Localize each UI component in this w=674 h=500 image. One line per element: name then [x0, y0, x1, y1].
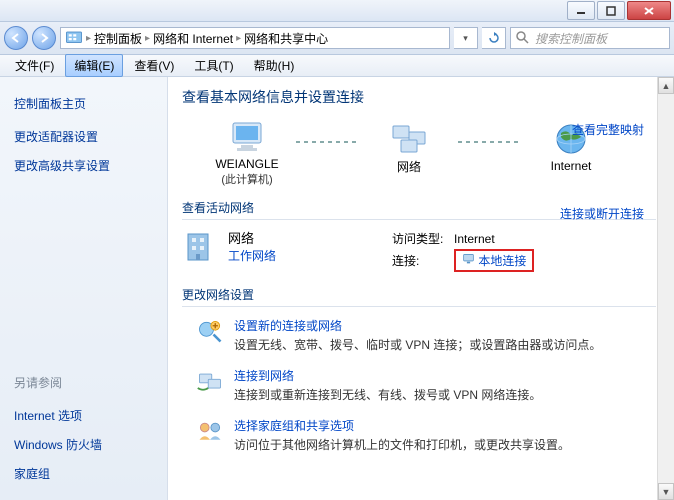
search-placeholder: 搜索控制面板 [535, 30, 607, 47]
connect-network-icon [196, 367, 224, 395]
back-button[interactable] [4, 26, 28, 50]
computer-icon [227, 119, 267, 155]
sidebar-internet-options[interactable]: Internet 选项 [14, 407, 155, 424]
search-input[interactable]: 搜索控制面板 [510, 27, 670, 49]
setup-new-connection-link[interactable]: 设置新的连接或网络 [234, 317, 601, 334]
page-title: 查看基本网络信息并设置连接 [182, 87, 656, 107]
sidebar-advanced-sharing[interactable]: 更改高级共享设置 [14, 157, 155, 174]
view-full-map-link[interactable]: 查看完整映射 [572, 121, 644, 138]
scroll-down-arrow[interactable]: ▼ [658, 483, 674, 500]
address-dropdown-button[interactable]: ▾ [454, 27, 478, 49]
menu-view[interactable]: 查看(V) [125, 54, 183, 77]
connect-disconnect-link[interactable]: 连接或断开连接 [560, 205, 644, 222]
local-connection-highlight: 本地连接 [454, 249, 534, 272]
control-panel-icon [65, 29, 83, 47]
connector-line [296, 141, 360, 143]
menu-file[interactable]: 文件(F) [6, 54, 63, 77]
refresh-button[interactable] [482, 27, 506, 49]
work-network-icon [182, 228, 218, 264]
sidebar-see-also-label: 另请参阅 [14, 374, 155, 391]
lan-icon [462, 252, 475, 265]
connections-label: 连接: [392, 252, 448, 269]
breadcrumb[interactable]: ▸ 控制面板 ▸ 网络和 Internet ▸ 网络和共享中心 [60, 27, 450, 49]
crumb-network-internet[interactable]: 网络和 Internet [153, 30, 233, 47]
access-type-value: Internet [454, 232, 495, 246]
search-icon [515, 30, 531, 46]
active-network-name: 网络 [228, 228, 276, 247]
menu-edit[interactable]: 编辑(E) [65, 54, 123, 77]
refresh-icon [488, 32, 500, 44]
homegroup-sharing-link[interactable]: 选择家庭组和共享选项 [234, 417, 570, 434]
network-icon [389, 120, 429, 156]
connect-to-network-desc: 连接到或重新连接到无线、有线、拨号或 VPN 网络连接。 [234, 386, 541, 403]
node-pc-sublabel: (此计算机) [221, 171, 272, 187]
menu-tools[interactable]: 工具(T) [185, 54, 242, 77]
active-network-category[interactable]: 工作网络 [228, 247, 276, 264]
node-internet-label: Internet [551, 159, 592, 173]
sidebar-firewall[interactable]: Windows 防火墙 [14, 436, 155, 453]
close-button[interactable] [627, 1, 671, 20]
new-connection-icon [196, 317, 224, 345]
scroll-up-arrow[interactable]: ▲ [658, 77, 674, 94]
menu-help[interactable]: 帮助(H) [245, 54, 304, 77]
node-network-label: 网络 [397, 158, 421, 175]
crumb-sharing-center[interactable]: 网络和共享中心 [244, 30, 328, 47]
sidebar-change-adapter[interactable]: 更改适配器设置 [14, 128, 155, 145]
change-settings-heading: 更改网络设置 [182, 286, 656, 307]
sidebar-cp-home[interactable]: 控制面板主页 [14, 95, 155, 112]
sidebar: 控制面板主页 更改适配器设置 更改高级共享设置 另请参阅 Internet 选项… [0, 77, 168, 500]
main-content: 查看基本网络信息并设置连接 查看完整映射 WEIANGLE (此计算机) 网络 … [168, 77, 674, 500]
connector-line [458, 141, 522, 143]
sidebar-homegroup[interactable]: 家庭组 [14, 465, 155, 482]
homegroup-sharing-desc: 访问位于其他网络计算机上的文件和打印机，或更改共享设置。 [234, 436, 570, 453]
setup-new-connection-desc: 设置无线、宽带、拨号、临时或 VPN 连接；或设置路由器或访问点。 [234, 336, 601, 353]
homegroup-icon [196, 417, 224, 445]
crumb-control-panel[interactable]: 控制面板 [94, 30, 142, 47]
forward-button[interactable] [32, 26, 56, 50]
access-type-label: 访问类型: [392, 230, 448, 247]
node-pc-label: WEIANGLE [215, 157, 278, 171]
connect-to-network-link[interactable]: 连接到网络 [234, 367, 541, 384]
vertical-scrollbar[interactable]: ▲ ▼ [657, 77, 674, 500]
local-connection-link[interactable]: 本地连接 [478, 254, 526, 268]
minimize-button[interactable] [567, 1, 595, 20]
maximize-button[interactable] [597, 1, 625, 20]
